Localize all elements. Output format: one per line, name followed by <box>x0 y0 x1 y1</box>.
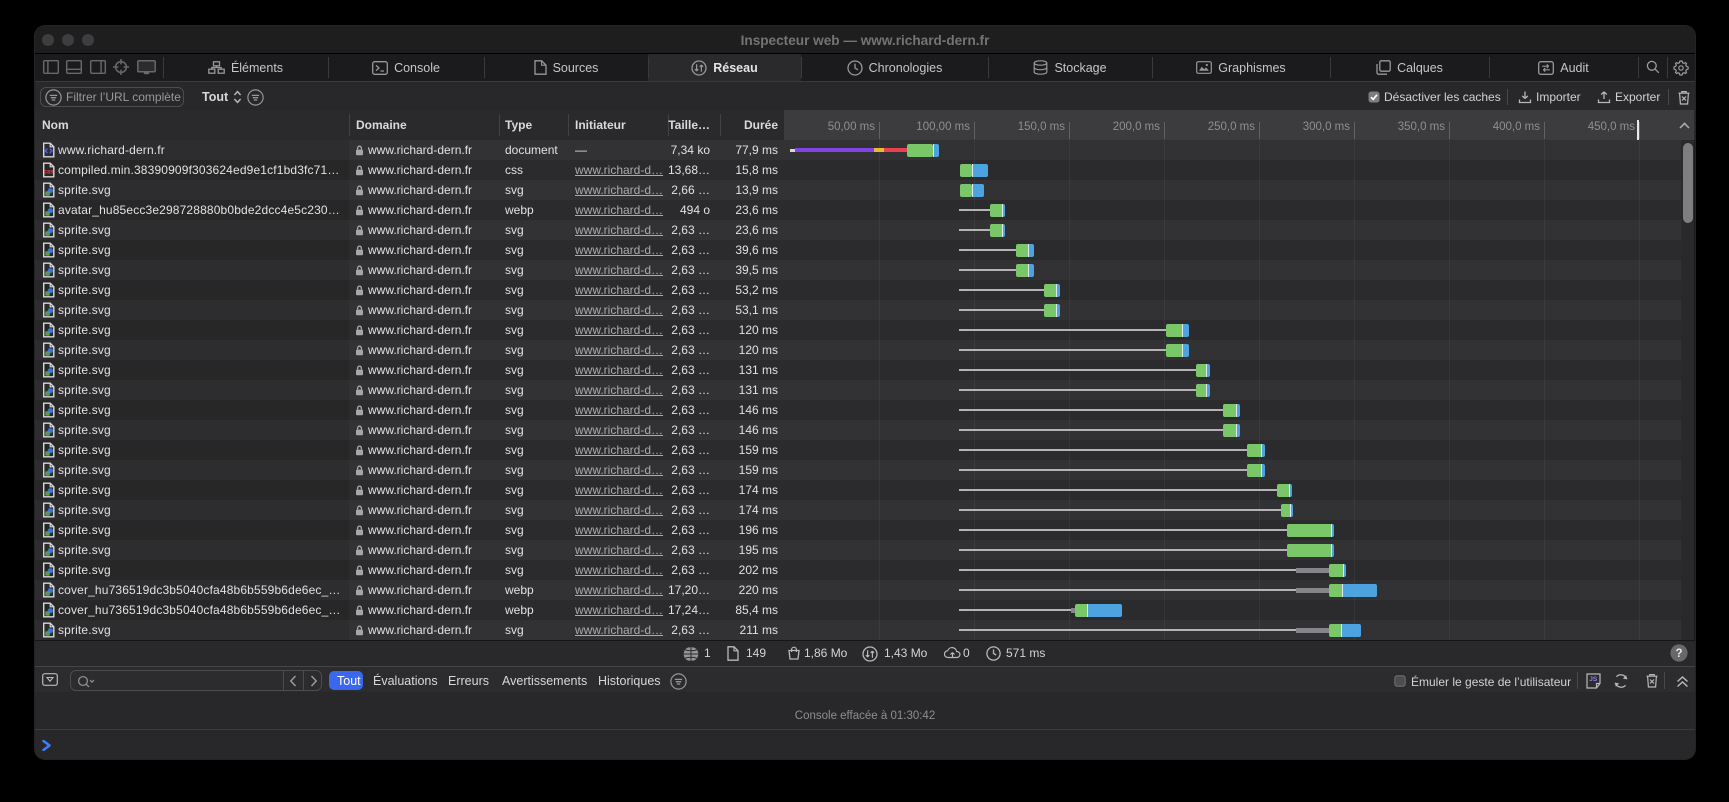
svg-text:?: ? <box>1675 648 1682 660</box>
svg-text:JS: JS <box>1589 676 1598 683</box>
svg-text:css: css <box>44 169 54 176</box>
